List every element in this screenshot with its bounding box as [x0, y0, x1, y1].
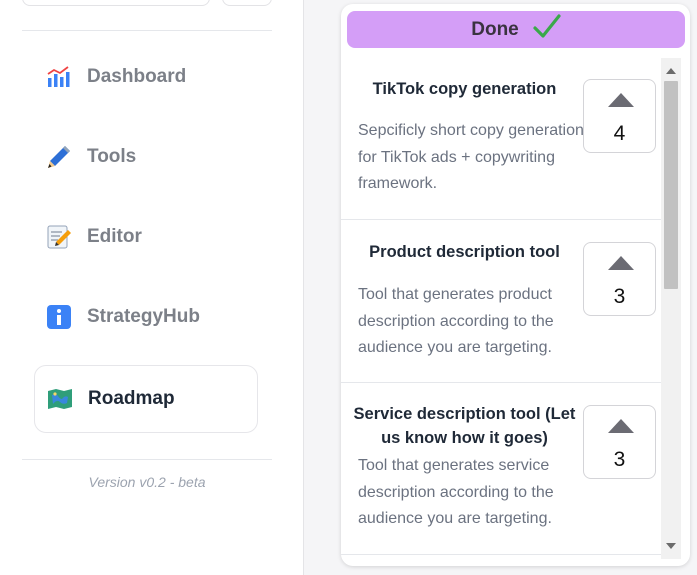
- item-title: Product description tool: [369, 243, 560, 261]
- sidebar-item-roadmap[interactable]: Roadmap: [34, 365, 258, 433]
- item-title: TikTok copy generation: [372, 80, 557, 98]
- column-title: Done: [471, 18, 519, 40]
- sidebar-item-label: Editor: [87, 226, 142, 247]
- list-item: TikTok copy generation Sepcificly short …: [341, 58, 661, 220]
- sidebar-item-label: StrategyHub: [87, 306, 200, 327]
- item-description: Sepcificly short copy generation for Tik…: [358, 122, 584, 192]
- item-title: Service description tool (Let us know ho…: [353, 405, 576, 447]
- vote-count: 3: [613, 448, 626, 471]
- memo-icon: [46, 224, 72, 250]
- item-description: Tool that generates service description …: [358, 457, 554, 527]
- vote-count: 3: [613, 285, 626, 308]
- scrollbar[interactable]: [661, 58, 681, 559]
- sidebar-item-tools[interactable]: Tools: [34, 123, 258, 191]
- arrow-up-icon: [608, 419, 634, 433]
- vote-count: 4: [613, 122, 626, 145]
- upvote-button[interactable]: 4: [583, 79, 656, 153]
- info-icon: [46, 304, 72, 330]
- list-item: Product description tool Tool that gener…: [341, 220, 661, 383]
- scroll-up-icon[interactable]: [666, 68, 676, 74]
- sidebar-item-label: Roadmap: [88, 388, 175, 409]
- sidebar-item-label: Tools: [87, 146, 137, 167]
- scrollbar-thumb[interactable]: [664, 81, 678, 289]
- divider: [22, 459, 272, 460]
- sidebar-item-label: Dashboard: [87, 66, 187, 87]
- scroll-down-icon[interactable]: [666, 543, 676, 549]
- done-header: Done: [347, 11, 685, 48]
- checkmark-icon: [533, 14, 561, 45]
- map-icon: [47, 386, 73, 412]
- list-item: Service description tool (Let us know ho…: [341, 383, 661, 555]
- arrow-up-icon: [608, 93, 634, 107]
- item-description: Tool that generates product description …: [358, 286, 554, 356]
- upvote-button[interactable]: 3: [583, 405, 656, 479]
- version-label: Version v0.2 - beta: [88, 474, 206, 490]
- sidebar-item-editor[interactable]: Editor: [34, 203, 258, 271]
- done-column: Done TikTok copy generation Sepcificly s…: [341, 4, 690, 566]
- divider: [22, 30, 272, 31]
- bar-chart-icon: [46, 64, 72, 90]
- sidebar-item-dashboard[interactable]: Dashboard: [34, 43, 258, 111]
- sidebar-top-button[interactable]: [222, 0, 272, 6]
- done-list: TikTok copy generation Sepcificly short …: [341, 58, 661, 563]
- sidebar: Dashboard Tools Editor StrategyHub Roadm…: [0, 0, 304, 575]
- pen-icon: [46, 144, 72, 170]
- upvote-button[interactable]: 3: [583, 242, 656, 316]
- sidebar-item-strategyhub[interactable]: StrategyHub: [34, 283, 258, 351]
- arrow-up-icon: [608, 256, 634, 270]
- sidebar-top-field[interactable]: [22, 0, 210, 6]
